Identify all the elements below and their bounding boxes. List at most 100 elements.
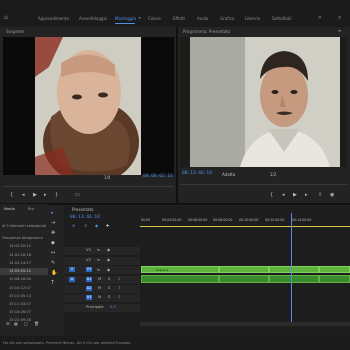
video-clip[interactable]: Scena 4: [141, 266, 219, 273]
workspace-tab[interactable]: Apprendimento: [38, 16, 69, 21]
insert-icon[interactable]: ▭: [75, 193, 80, 198]
list-item[interactable]: 15:08:18:06: [9, 277, 31, 281]
audio-clip[interactable]: [219, 275, 269, 283]
linked-selection-icon[interactable]: ⊂: [84, 224, 87, 228]
audio-clip[interactable]: [141, 275, 219, 283]
step-back-icon[interactable]: ◂: [22, 193, 25, 198]
workspace-tab[interactable]: Sottotitoli: [272, 16, 292, 21]
list-item[interactable]: 14:52:18:18: [9, 253, 31, 257]
step-back-icon[interactable]: ◂: [282, 193, 285, 198]
new-bin-icon[interactable]: ▢: [24, 322, 28, 326]
razor-icon[interactable]: ◆: [51, 240, 55, 246]
track-label-a2[interactable]: A2: [86, 286, 92, 291]
delete-icon[interactable]: 🗑: [34, 322, 39, 326]
home-icon[interactable]: ⌂: [4, 14, 8, 21]
icon-view-icon[interactable]: ▦: [14, 322, 18, 326]
play-icon[interactable]: ▶: [33, 193, 37, 198]
track-label-v1[interactable]: V1: [86, 267, 92, 272]
workspace-tab[interactable]: Audio: [197, 16, 208, 21]
slip-icon[interactable]: ↔: [51, 250, 55, 256]
source-scrubber[interactable]: [3, 186, 174, 187]
marker-icon[interactable]: ◆: [95, 224, 98, 228]
mute-button[interactable]: M: [98, 277, 101, 281]
panel-menu-icon[interactable]: ≡: [338, 29, 341, 33]
list-view-icon[interactable]: ☰: [6, 322, 10, 326]
mute-button[interactable]: M: [98, 295, 101, 299]
column-header[interactable]: Frequenza fotogrammi: [2, 236, 43, 240]
list-item-selected[interactable]: 15:03:05:12: [9, 269, 31, 273]
program-zoom-select[interactable]: 1/2: [270, 172, 276, 177]
source-fit-select[interactable]: 1/4: [104, 175, 110, 180]
mark-in-icon[interactable]: {: [270, 193, 273, 198]
project-tab[interactable]: Media: [4, 207, 15, 211]
workspace-tab[interactable]: Grafica: [220, 16, 234, 21]
program-fit-select[interactable]: Adatta: [222, 172, 235, 177]
video-clip[interactable]: [319, 266, 350, 273]
solo-button[interactable]: S: [108, 286, 110, 290]
mark-in-icon[interactable]: {: [10, 193, 13, 198]
step-forward-icon[interactable]: ▸: [44, 193, 47, 198]
workspace-tab[interactable]: Colore: [148, 16, 161, 21]
list-item[interactable]: 15:17:43:07: [9, 302, 31, 306]
project-tab-2[interactable]: Bro: [28, 207, 34, 211]
list-item[interactable]: 15:18:26:07: [9, 310, 31, 314]
sync-lock-icon[interactable]: ⇆: [97, 258, 100, 262]
overflow-icon[interactable]: »: [318, 14, 322, 21]
playhead[interactable]: [291, 213, 292, 323]
timeline-timecode[interactable]: 00:13:46:18: [70, 215, 100, 220]
ripple-edit-icon[interactable]: ✥: [51, 230, 55, 236]
source-patch-a1[interactable]: A: [69, 277, 75, 282]
workspace-tab[interactable]: Effetti: [173, 16, 185, 21]
mic-icon[interactable]: ♪: [118, 277, 120, 281]
search-icon[interactable]: ⌕: [338, 14, 341, 22]
snap-icon[interactable]: ⋔: [72, 224, 75, 228]
workspace-tab[interactable]: Librerie: [245, 16, 260, 21]
track-label-a3[interactable]: A3: [86, 295, 92, 300]
list-item[interactable]: 15:10:05:13: [9, 294, 31, 298]
panel-divider[interactable]: [0, 203, 350, 205]
workspace-tab-active[interactable]: Montaggio: [115, 16, 136, 21]
selection-tool-icon[interactable]: ▸: [51, 210, 54, 216]
track-label[interactable]: V3: [86, 248, 91, 252]
source-timecode[interactable]: 00:00:02:16: [143, 174, 173, 179]
solo-button[interactable]: S: [108, 277, 110, 281]
eye-icon[interactable]: ◉: [107, 258, 110, 262]
type-icon[interactable]: T: [51, 280, 54, 286]
program-scrubber[interactable]: [180, 184, 347, 185]
list-item[interactable]: 15:10:12:07: [9, 286, 31, 290]
program-timecode[interactable]: 00:13:46:18: [182, 171, 212, 176]
video-clip[interactable]: [269, 266, 319, 273]
source-monitor-title[interactable]: Sorgente: [6, 29, 24, 37]
mute-button[interactable]: M: [98, 286, 101, 290]
track-select-icon[interactable]: ⇥: [51, 220, 55, 226]
list-item[interactable]: 14:43:32:12: [9, 244, 31, 248]
program-monitor-title[interactable]: Programma: Presentato: [183, 29, 230, 37]
sync-lock-icon[interactable]: ⇆: [97, 248, 100, 252]
audio-clip[interactable]: [269, 275, 319, 283]
master-volume[interactable]: 0,0: [110, 305, 116, 309]
hamburger-icon[interactable]: ≡: [138, 15, 141, 20]
sequence-tab[interactable]: Presentato: [72, 207, 93, 212]
video-clip[interactable]: [219, 266, 269, 273]
source-patch-v1[interactable]: V: [69, 267, 75, 272]
export-frame-icon[interactable]: ◉: [330, 193, 334, 198]
play-icon[interactable]: ▶: [293, 193, 297, 198]
solo-button[interactable]: S: [108, 295, 110, 299]
track-label[interactable]: V2: [86, 258, 91, 262]
pen-icon[interactable]: ✎: [51, 260, 55, 266]
mic-icon[interactable]: ♪: [118, 295, 120, 299]
sync-lock-icon[interactable]: ⇆: [97, 268, 100, 272]
eye-icon[interactable]: ◉: [107, 268, 110, 272]
list-item[interactable]: 14:52:14:17: [9, 261, 31, 265]
eye-icon[interactable]: ◉: [107, 248, 110, 252]
lift-icon[interactable]: ⇧: [318, 193, 322, 198]
work-area-bar[interactable]: [140, 226, 350, 227]
step-forward-icon[interactable]: ▸: [305, 193, 308, 198]
hand-icon[interactable]: ✋: [51, 270, 57, 276]
monitor-divider[interactable]: [176, 27, 178, 205]
workspace-tab[interactable]: Assemblaggio: [79, 16, 107, 21]
track-label-a1[interactable]: A1: [86, 277, 92, 282]
settings-icon[interactable]: ✚: [106, 224, 109, 228]
mic-icon[interactable]: ♪: [118, 286, 120, 290]
timeline-scrollbar[interactable]: [140, 322, 350, 326]
